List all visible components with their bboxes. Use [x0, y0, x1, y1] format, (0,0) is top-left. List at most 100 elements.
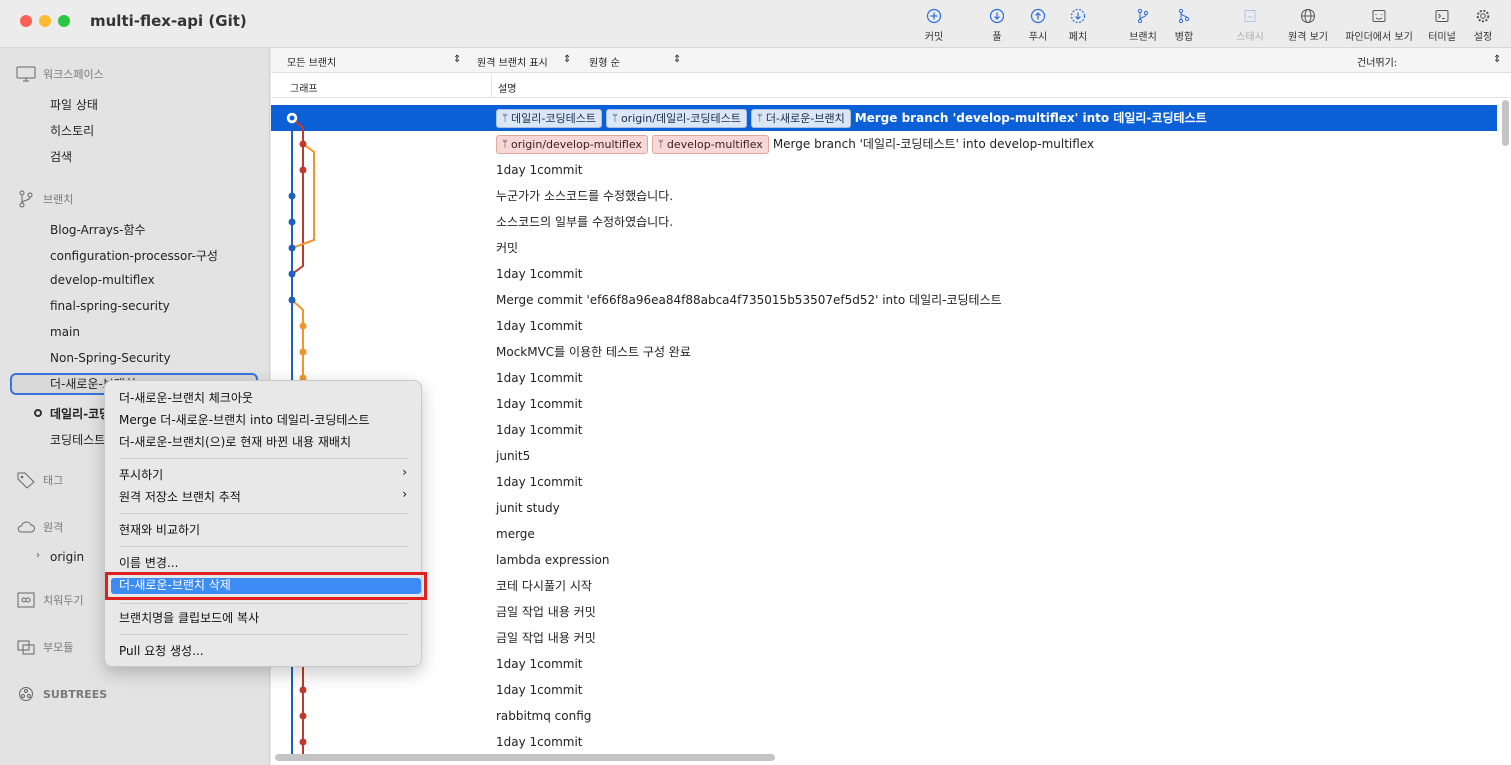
sidebar-section-submodules[interactable]: 부모듈	[16, 638, 73, 656]
graph-commit-node[interactable]	[288, 244, 296, 252]
sidebar-section-remotes[interactable]: 원격	[16, 518, 63, 536]
graph-commit-node[interactable]	[288, 270, 296, 278]
graph-commit-node[interactable]	[288, 218, 296, 226]
branch-label-tag[interactable]: ᛘ develop-multiflex	[651, 134, 769, 154]
description-column-header[interactable]: 설명	[498, 80, 516, 95]
sidebar-branch-item[interactable]: final-spring-security	[50, 299, 170, 313]
sidebar-section-subtrees[interactable]: SUBTREES	[16, 685, 107, 703]
commit-row[interactable]: 코테 다시풀기 시작	[271, 573, 1497, 599]
commit-row[interactable]: 1day 1commit	[271, 677, 1497, 703]
sidebar-branch-item[interactable]: main	[50, 325, 80, 339]
settings-button[interactable]: 설정	[1453, 8, 1511, 43]
menu-item-checkout[interactable]: 더-새로운-브랜치 체크아웃	[119, 388, 253, 408]
graph-commit-node[interactable]	[299, 140, 307, 148]
commit-row[interactable]: 1day 1commit	[271, 157, 1497, 183]
sidebar-branch-item-current[interactable]: 데일리-코딩	[50, 405, 110, 422]
column-divider[interactable]	[491, 74, 492, 98]
graph-commit-node[interactable]	[299, 322, 307, 330]
graph-commit-node[interactable]	[299, 738, 307, 746]
remote-filter-select[interactable]: 원격 브랜치 표시	[477, 54, 548, 69]
close-window-button[interactable]	[20, 15, 32, 27]
sidebar-item-history[interactable]: 히스토리	[50, 122, 94, 139]
zoom-window-button[interactable]	[58, 15, 70, 27]
chevron-updown-icon[interactable]: ⇕	[453, 54, 461, 65]
sidebar-branch-item[interactable]: 코딩테스트	[50, 431, 105, 448]
commit-row[interactable]: 1day 1commit	[271, 729, 1497, 755]
commit-row[interactable]: 1day 1commit	[271, 651, 1497, 677]
commit-row[interactable]: junit5	[271, 443, 1497, 469]
show-in-finder-button[interactable]: 파인더에서 보기	[1339, 8, 1419, 43]
branch-label-tag[interactable]: ᛘ 데일리-코딩테스트	[496, 108, 602, 128]
menu-item-copy-branch-name[interactable]: 브랜치명을 클립보드에 복사	[119, 608, 259, 628]
graph-column-header[interactable]: 그래프	[290, 80, 318, 95]
menu-item-delete-branch[interactable]: 더-새로운-브랜치 삭제	[119, 575, 231, 595]
sidebar-section-workspace[interactable]: 워크스페이스	[16, 65, 104, 83]
commit-row[interactable]: 금일 작업 내용 커밋	[271, 625, 1497, 651]
commit-row[interactable]: Merge commit 'ef66f8a96ea84f88abca4f7350…	[271, 287, 1497, 313]
graph-commit-node[interactable]	[288, 296, 296, 304]
sidebar-item-search[interactable]: 검색	[50, 148, 72, 165]
branch-filter-select[interactable]: 모든 브랜치	[287, 54, 336, 69]
commit-row[interactable]: 1day 1commit	[271, 313, 1497, 339]
commit-row[interactable]: junit study	[271, 495, 1497, 521]
fetch-button[interactable]: 페치	[1048, 8, 1108, 43]
graph-commit-node[interactable]	[299, 686, 307, 694]
sidebar-section-tags[interactable]: 태그	[16, 471, 63, 489]
sidebar-branch-item[interactable]: Blog-Arrays-함수	[50, 221, 146, 238]
graph-commit-node[interactable]	[299, 712, 307, 720]
commit-row[interactable]: rabbitmq config	[271, 703, 1497, 729]
commit-row[interactable]: MockMVC를 이용한 테스트 구성 완료	[271, 339, 1497, 365]
menu-item-rename[interactable]: 이름 변경...	[119, 553, 178, 573]
commit-row[interactable]: 누군가가 소스코드를 수정했습니다.	[271, 183, 1497, 209]
menu-item-compare[interactable]: 현재와 비교하기	[119, 520, 200, 540]
menu-item-track-remote[interactable]: 원격 저장소 브랜치 추적	[119, 487, 241, 507]
menu-item-rebase[interactable]: 더-새로운-브랜치(으)로 현재 바뀐 내용 재배치	[119, 432, 351, 452]
commit-row[interactable]: 1day 1commit	[271, 417, 1497, 443]
sidebar-branch-item[interactable]: Non-Spring-Security	[50, 351, 171, 365]
sidebar-section-stashes[interactable]: 치워두기	[16, 591, 83, 609]
chevron-right-icon[interactable]: ›	[36, 550, 40, 561]
chevron-updown-icon[interactable]: ⇕	[563, 54, 571, 65]
arrow-up-circle-icon	[1030, 8, 1046, 24]
branch-icon: ᛘ	[502, 138, 508, 150]
commit-row[interactable]: ᛘ 데일리-코딩테스트 ᛘ origin/데일리-코딩테스트 ᛘ 더-새로운-브랜치 Mer…	[271, 105, 1497, 131]
branch-label-tag[interactable]: ᛘ origin/데일리-코딩테스트	[605, 108, 747, 128]
commit-row[interactable]: 소스코드의 일부를 수정하였습니다.	[271, 209, 1497, 235]
sidebar-remote-origin[interactable]: origin	[50, 550, 84, 564]
commit-description: 소스코드의 일부를 수정하였습니다.	[496, 209, 673, 235]
chevron-updown-icon[interactable]: ⇕	[1493, 54, 1501, 65]
commit-row[interactable]: merge	[271, 521, 1497, 547]
stash-button[interactable]: 스태시	[1220, 8, 1280, 43]
commit-row[interactable]: 1day 1commit	[271, 469, 1497, 495]
horizontal-scrollbar[interactable]	[275, 754, 775, 761]
order-select[interactable]: 원형 순	[589, 54, 620, 69]
sidebar-item-file-status[interactable]: 파일 상태	[50, 96, 98, 113]
commit-row[interactable]: lambda expression	[271, 547, 1497, 573]
commit-row[interactable]: 1day 1commit	[271, 391, 1497, 417]
show-remote-button[interactable]: 원격 보기	[1278, 8, 1338, 43]
commit-row[interactable]: ᛘ origin/develop-multiflex ᛘ develop-multif…	[271, 131, 1497, 157]
commit-row[interactable]: 금일 작업 내용 커밋	[271, 599, 1497, 625]
menu-item-create-pull-request[interactable]: Pull 요청 생성...	[119, 641, 204, 661]
sidebar-branch-item[interactable]: configuration-processor-구성	[50, 247, 218, 264]
graph-commit-node[interactable]	[299, 348, 307, 356]
filter-bar: 모든 브랜치 ⇕ 원격 브랜치 표시 ⇕ 원형 순 ⇕ 건너뛰기: ⇕	[271, 48, 1511, 73]
commit-row[interactable]: 커밋	[271, 235, 1497, 261]
chevron-updown-icon[interactable]: ⇕	[673, 54, 681, 65]
vertical-scrollbar[interactable]	[1502, 100, 1509, 146]
menu-item-push[interactable]: 푸시하기	[119, 465, 163, 485]
commit-button[interactable]: 커밋	[904, 8, 964, 43]
branch-label-tag[interactable]: ᛘ origin/develop-multiflex	[496, 134, 648, 154]
graph-commit-node[interactable]	[299, 166, 307, 174]
graph-commit-node[interactable]	[288, 192, 296, 200]
commit-message: 1day 1commit	[496, 371, 583, 385]
branch-label-tag[interactable]: ᛘ 더-새로운-브랜치	[750, 108, 851, 128]
menu-item-merge[interactable]: Merge 더-새로운-브랜치 into 데일리-코딩테스트	[119, 410, 369, 430]
sidebar-section-branches[interactable]: 브랜치	[16, 190, 73, 208]
show-in-finder-label: 파인더에서 보기	[1345, 32, 1413, 43]
sidebar-branch-item[interactable]: develop-multiflex	[50, 273, 155, 287]
commit-row[interactable]: 1day 1commit	[271, 365, 1497, 391]
minimize-window-button[interactable]	[39, 15, 51, 27]
commit-row[interactable]: 1day 1commit	[271, 261, 1497, 287]
merge-button[interactable]: 병합	[1154, 8, 1214, 43]
